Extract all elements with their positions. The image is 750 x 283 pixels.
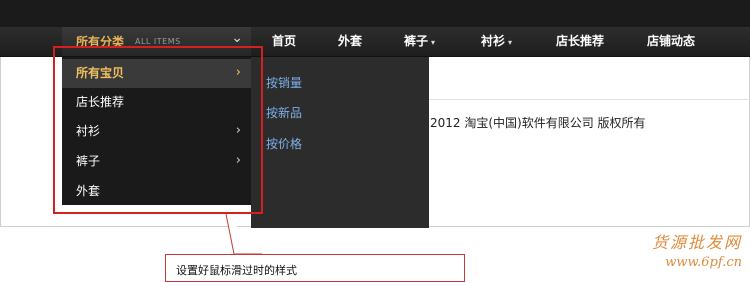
annotation-text: 设置好鼠标滑过时的样式 xyxy=(176,264,297,277)
watermark-url: www.6pf.cn xyxy=(665,255,742,270)
watermark: 货源批发网 www.6pf.cn xyxy=(652,229,742,270)
annotation-pointer xyxy=(225,213,262,255)
annotation-callout: 设置好鼠标滑过时的样式 xyxy=(165,254,465,282)
watermark-title: 货源批发网 xyxy=(651,233,742,252)
